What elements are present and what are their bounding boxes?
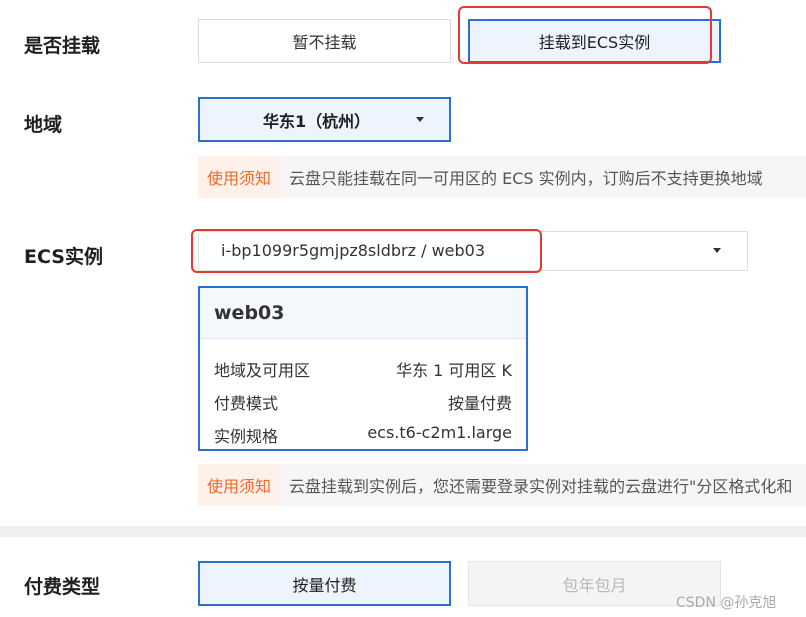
highlight-box-mount — [458, 6, 712, 64]
billing-label: 付费类型 — [24, 576, 101, 598]
caret-down-icon — [713, 248, 721, 253]
notice-tag: 使用须知 — [198, 464, 280, 506]
notice-text: 云盘只能挂载在同一可用区的 ECS 实例内，订购后不支持更换地域 — [289, 169, 763, 188]
region-notice: 使用须知 云盘只能挂载在同一可用区的 ECS 实例内，订购后不支持更换地域 — [198, 156, 806, 198]
card-row-value: 华东 1 可用区 K — [396, 361, 512, 380]
caret-down-icon — [416, 117, 424, 122]
card-row-value: 按量付费 — [447, 394, 512, 413]
card-row-value: ecs.t6-c2m1.large — [367, 423, 512, 442]
card-row-zone: 地域及可用区 华东 1 可用区 K — [214, 357, 512, 381]
card-row-key: 实例规格 — [214, 427, 279, 446]
instance-card-title: web03 — [200, 288, 526, 339]
notice-tag: 使用须知 — [198, 156, 280, 198]
option-pay-as-you-go[interactable]: 按量付费 — [198, 561, 451, 606]
notice-text: 云盘挂载到实例后，您还需要登录实例对挂载的云盘进行"分区格式化和 — [289, 477, 793, 496]
highlight-box-ecs — [191, 229, 542, 273]
instance-card: web03 地域及可用区 华东 1 可用区 K 付费模式 按量付费 实例规格 e… — [198, 286, 528, 451]
mount-label: 是否挂载 — [24, 35, 101, 57]
card-row-key: 地域及可用区 — [214, 361, 311, 380]
option-no-mount[interactable]: 暂不挂载 — [198, 19, 451, 63]
card-row-billing: 付费模式 按量付费 — [214, 390, 512, 414]
card-row-key: 付费模式 — [214, 394, 279, 413]
ecs-notice: 使用须知 云盘挂载到实例后，您还需要登录实例对挂载的云盘进行"分区格式化和 — [198, 464, 806, 506]
ecs-label: ECS实例 — [24, 246, 103, 268]
section-divider — [0, 526, 806, 537]
card-row-spec: 实例规格 ecs.t6-c2m1.large — [214, 423, 512, 447]
region-select[interactable]: 华东1（杭州） — [198, 97, 451, 142]
region-label: 地域 — [24, 114, 63, 136]
watermark: CSDN @孙克旭 — [676, 595, 777, 611]
region-value: 华东1（杭州） — [263, 111, 371, 131]
